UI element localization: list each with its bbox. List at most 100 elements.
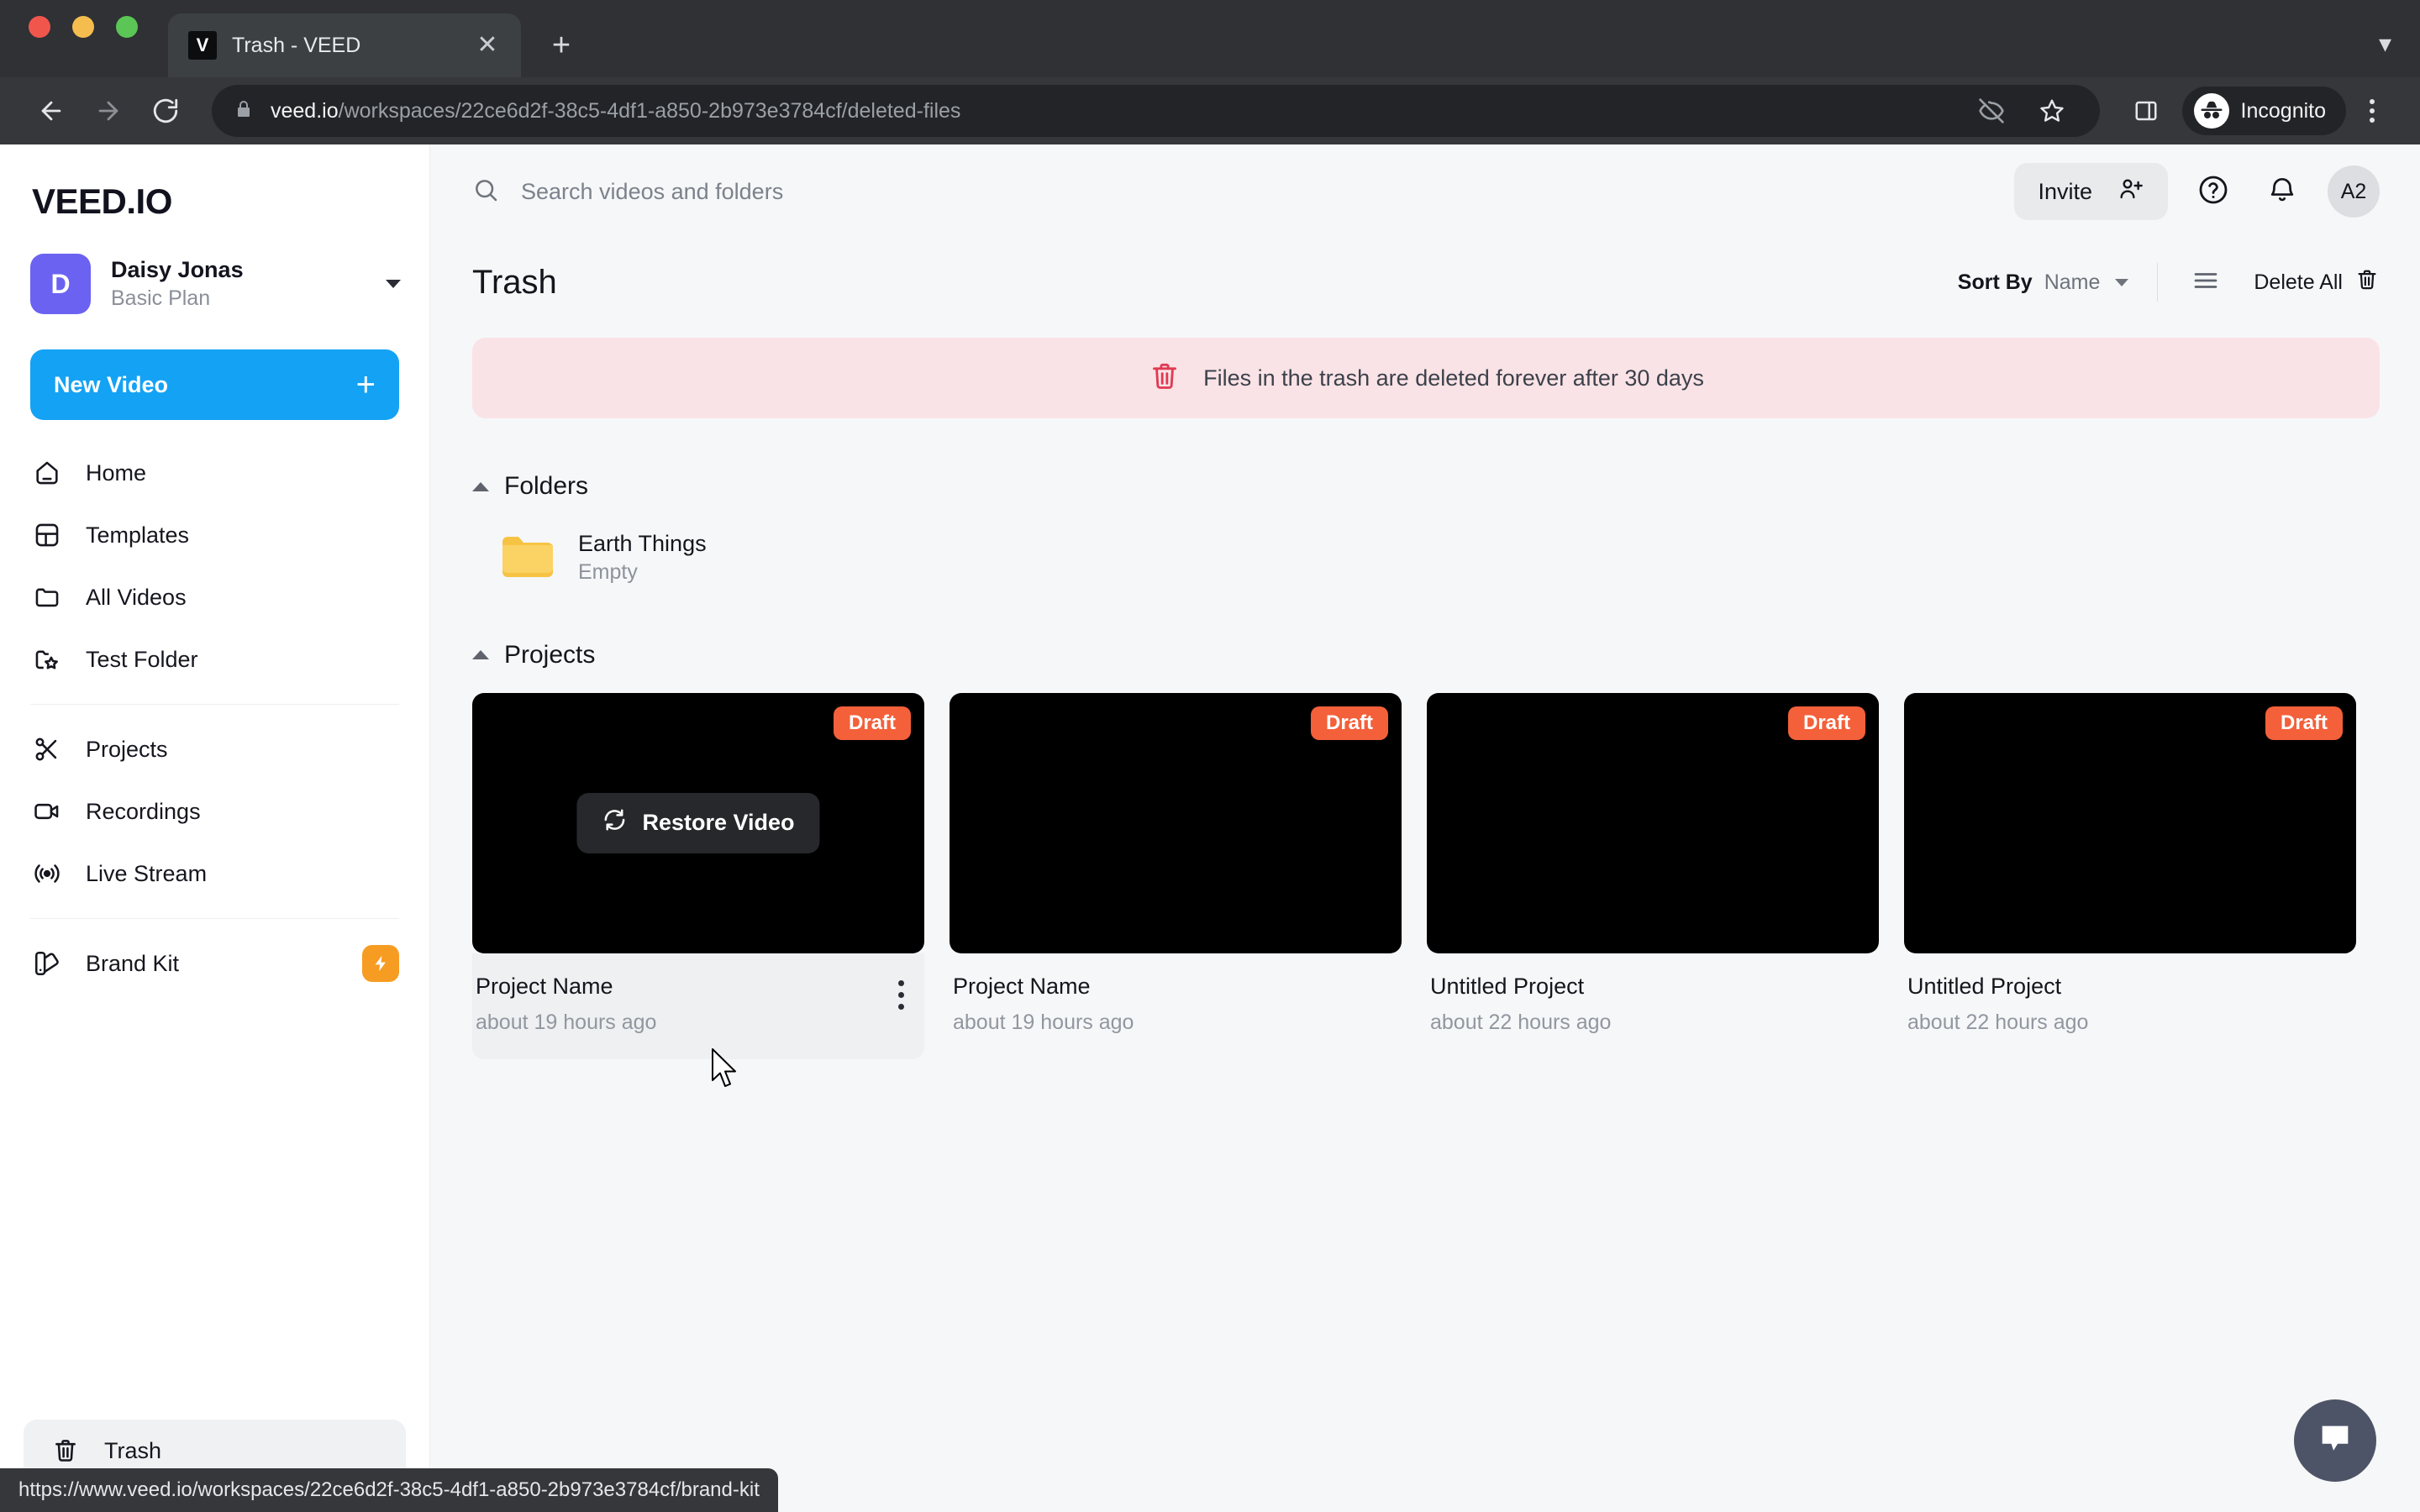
layout-icon — [30, 518, 64, 552]
sidebar-item-live-stream[interactable]: Live Stream — [0, 843, 429, 905]
url-host: veed.io — [271, 98, 339, 123]
reload-icon[interactable] — [139, 85, 192, 137]
project-card[interactable]: Draft Project Name about 19 hours ago — [950, 692, 1402, 1059]
sidebar-item-templates[interactable]: Templates — [0, 504, 429, 566]
back-icon[interactable] — [25, 85, 77, 137]
veed-favicon: V — [188, 31, 217, 60]
new-video-button[interactable]: New Video + — [30, 349, 399, 420]
no-tracking-icon[interactable] — [1965, 85, 2018, 137]
brand-text: VEED.IO — [32, 181, 172, 221]
section-title: Folders — [504, 472, 589, 500]
avatar[interactable]: A2 — [2328, 165, 2380, 218]
projects-section: Projects Draft Restore Video Project Nam… — [430, 587, 2420, 1059]
sidebar-divider — [30, 704, 399, 705]
chevron-down-icon[interactable] — [386, 280, 401, 288]
bookmark-star-icon[interactable] — [2026, 85, 2078, 137]
minimize-window-button[interactable] — [72, 16, 94, 38]
workspace-switcher[interactable]: D Daisy Jonas Basic Plan — [0, 222, 429, 314]
window-traffic-lights — [29, 0, 138, 77]
sidebar-item-label: Brand Kit — [86, 950, 180, 976]
notifications-button[interactable] — [2259, 168, 2306, 215]
tab-title: Trash - VEED — [232, 33, 361, 57]
tab-list-chevron-down-icon[interactable]: ▾ — [2379, 29, 2391, 59]
profile-name: Daisy Jonas — [111, 256, 244, 282]
project-card-footer: Untitled Project about 22 hours ago — [1427, 953, 1879, 1059]
bell-icon — [2266, 174, 2298, 210]
sidebar-item-label: Trash — [104, 1437, 162, 1463]
project-card[interactable]: Draft Untitled Project about 22 hours ag… — [1427, 692, 1879, 1059]
sidebar-item-recordings[interactable]: Recordings — [0, 780, 429, 843]
chat-widget-button[interactable] — [2294, 1399, 2376, 1482]
project-card-footer: Untitled Project about 22 hours ago — [1904, 953, 2356, 1059]
sidebar-item-test-folder[interactable]: Test Folder — [0, 628, 429, 690]
veed-logo[interactable]: VEED.IO — [0, 144, 429, 222]
home-icon — [30, 456, 64, 490]
chevron-down-icon — [2115, 278, 2129, 286]
sidebar-item-brand-kit[interactable]: Brand Kit — [0, 932, 429, 995]
chevron-up-icon — [472, 481, 489, 491]
restore-video-button[interactable]: Restore Video — [576, 792, 820, 853]
projects-section-header[interactable]: Projects — [472, 641, 2380, 669]
close-tab-icon[interactable]: ✕ — [471, 29, 504, 62]
profile-plan: Basic Plan — [111, 286, 211, 310]
status-badge: Draft — [833, 706, 911, 740]
close-window-button[interactable] — [29, 16, 50, 38]
project-menu-icon[interactable] — [886, 972, 916, 1018]
url-text: veed.io/workspaces/22ce6d2f-38c5-4df1-a8… — [271, 99, 960, 123]
folders-section-header[interactable]: Folders — [472, 472, 2380, 501]
project-thumbnail[interactable]: Draft — [1427, 692, 1879, 953]
sidebar-nav: Home Templates All Videos Test Folder Pr… — [0, 442, 429, 995]
sidebar-item-label: Home — [86, 459, 147, 486]
url-path: /workspaces/22ce6d2f-38c5-4df1-a850-2b97… — [338, 98, 961, 123]
list-view-toggle[interactable] — [2186, 263, 2225, 302]
browser-tab[interactable]: V Trash - VEED ✕ — [168, 13, 521, 77]
project-name: Untitled Project — [1907, 973, 2062, 999]
sidebar-item-home[interactable]: Home — [0, 442, 429, 504]
sidebar-item-label: Projects — [86, 736, 168, 762]
sidebar-item-projects[interactable]: Projects — [0, 718, 429, 780]
sidebar-item-label: All Videos — [86, 584, 187, 610]
folder-list-item[interactable]: Earth Things Empty — [472, 529, 2380, 587]
bolt-icon — [362, 945, 399, 982]
project-thumbnail[interactable]: Draft — [1904, 692, 2356, 953]
chevron-up-icon — [472, 650, 489, 660]
search-icon — [472, 176, 499, 207]
project-card-footer: Project Name about 19 hours ago — [472, 953, 924, 1059]
delete-all-button[interactable]: Delete All — [2254, 267, 2380, 298]
scissors-icon — [30, 732, 64, 766]
forward-icon[interactable] — [82, 85, 134, 137]
search-input[interactable]: Search videos and folders — [472, 176, 2014, 207]
invite-button[interactable]: Invite — [2014, 163, 2168, 220]
project-name: Untitled Project — [1430, 973, 1585, 999]
search-placeholder: Search videos and folders — [521, 178, 784, 204]
side-panel-icon[interactable] — [2120, 85, 2172, 137]
project-card[interactable]: Draft Untitled Project about 22 hours ag… — [1904, 692, 2356, 1059]
project-card[interactable]: Draft Restore Video Project Name about 1… — [472, 692, 924, 1059]
sidebar-item-all-videos[interactable]: All Videos — [0, 566, 429, 628]
sort-by-value: Name — [2044, 270, 2101, 294]
browser-menu-icon[interactable] — [2349, 88, 2395, 134]
new-tab-icon[interactable]: + — [536, 20, 587, 71]
help-button[interactable] — [2190, 168, 2237, 215]
sidebar-item-label: Test Folder — [86, 646, 198, 672]
project-name: Project Name — [476, 973, 613, 999]
divider — [2157, 263, 2159, 302]
refresh-icon — [602, 807, 627, 838]
app-topbar: Search videos and folders Invite A2 — [430, 144, 2420, 239]
lock-icon — [234, 99, 254, 123]
project-thumbnail[interactable]: Draft — [950, 692, 1402, 953]
maximize-window-button[interactable] — [116, 16, 138, 38]
question-circle-icon — [2196, 173, 2230, 211]
sidebar-item-label: Recordings — [86, 798, 201, 824]
address-bar[interactable]: veed.io/workspaces/22ce6d2f-38c5-4df1-a8… — [212, 85, 2100, 137]
topbar-actions: Invite A2 — [2014, 163, 2380, 220]
projects-grid: Draft Restore Video Project Name about 1… — [472, 692, 2380, 1059]
incognito-profile-button[interactable]: Incognito — [2181, 87, 2346, 135]
restore-video-label: Restore Video — [642, 810, 795, 836]
project-thumbnail[interactable]: Draft Restore Video — [472, 692, 924, 953]
page-header: Trash Sort By Name Delete All — [430, 239, 2420, 326]
list-view-icon — [2191, 265, 2221, 300]
sort-by-dropdown[interactable]: Sort By Name — [1958, 270, 2129, 295]
app-root: VEED.IO D Daisy Jonas Basic Plan New Vid… — [0, 144, 2420, 1512]
project-name: Project Name — [953, 973, 1091, 999]
